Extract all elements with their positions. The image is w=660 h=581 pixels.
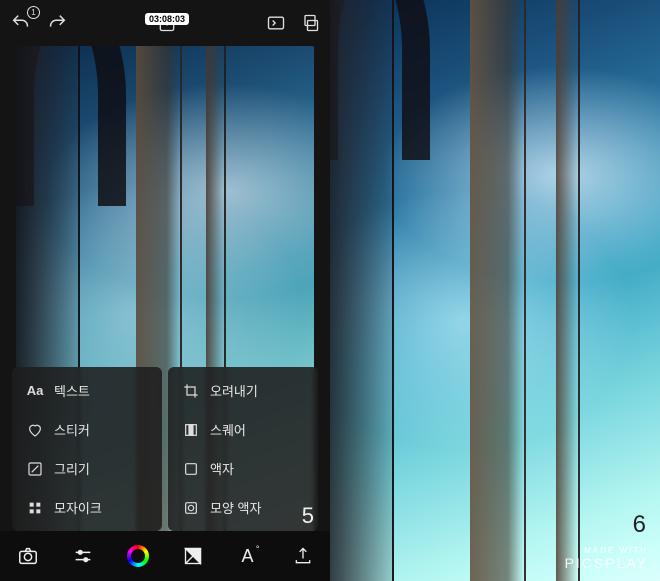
- timestamp-badge: 03:08:03: [145, 13, 189, 25]
- tool-label: 텍스트: [54, 381, 90, 400]
- tool-square[interactable]: 스퀘어: [168, 410, 318, 449]
- tool-mosaic[interactable]: 모자이크: [12, 488, 162, 527]
- page-number-left: 5: [302, 503, 314, 529]
- square-icon: [182, 422, 200, 438]
- tool-label: 오려내기: [210, 381, 258, 400]
- export-button[interactable]: [285, 538, 321, 574]
- tool-popup-left: Aa 텍스트 스티커 그리기 모자이크: [12, 367, 162, 531]
- output-photo: [330, 0, 660, 581]
- tool-label: 모양 액자: [210, 498, 261, 517]
- mosaic-icon: [26, 500, 44, 516]
- adjust-button[interactable]: [65, 538, 101, 574]
- text-icon: Aa: [26, 383, 44, 398]
- tool-crop[interactable]: 오려내기: [168, 371, 318, 410]
- camera-button[interactable]: [10, 538, 46, 574]
- text-tool-button[interactable]: A°: [230, 538, 266, 574]
- editor-panel: 1 03:08:03: [0, 0, 330, 581]
- color-ring-icon: [127, 545, 149, 567]
- undo-button[interactable]: 1: [10, 12, 32, 34]
- tool-popup-right: 오려내기 스퀘어 액자 모양 액자 5: [168, 367, 318, 531]
- color-button[interactable]: [120, 538, 156, 574]
- tool-label: 스티커: [54, 420, 90, 439]
- tool-sticker[interactable]: 스티커: [12, 410, 162, 449]
- watermark-brand: PICSPLAY: [565, 555, 648, 571]
- watermark-top: MADE WITH: [565, 546, 648, 555]
- layers-button[interactable]: [300, 13, 320, 33]
- shape-frame-icon: [182, 500, 200, 516]
- crop-icon: [182, 383, 200, 399]
- heart-icon: [26, 422, 44, 438]
- compare-button[interactable]: [266, 13, 286, 33]
- tool-popup: Aa 텍스트 스티커 그리기 모자이크: [12, 367, 318, 531]
- tool-frame[interactable]: 액자: [168, 449, 318, 488]
- tool-text[interactable]: Aa 텍스트: [12, 371, 162, 410]
- undo-count-badge: 1: [27, 6, 40, 19]
- contrast-button[interactable]: [175, 538, 211, 574]
- top-toolbar: 1 03:08:03: [0, 0, 330, 46]
- redo-button[interactable]: [46, 12, 68, 34]
- tool-label: 그리기: [54, 459, 90, 478]
- draw-icon: [26, 461, 44, 477]
- frame-icon: [182, 461, 200, 477]
- tool-label: 액자: [210, 459, 234, 478]
- output-panel: 6 MADE WITH PICSPLAY: [330, 0, 660, 581]
- page-number-right: 6: [633, 511, 646, 539]
- tool-label: 모자이크: [54, 498, 102, 517]
- tool-label: 스퀘어: [210, 420, 246, 439]
- tool-draw[interactable]: 그리기: [12, 449, 162, 488]
- tool-shape-frame[interactable]: 모양 액자: [168, 488, 318, 527]
- watermark: MADE WITH PICSPLAY: [565, 546, 648, 571]
- bottom-toolbar: A°: [0, 531, 330, 581]
